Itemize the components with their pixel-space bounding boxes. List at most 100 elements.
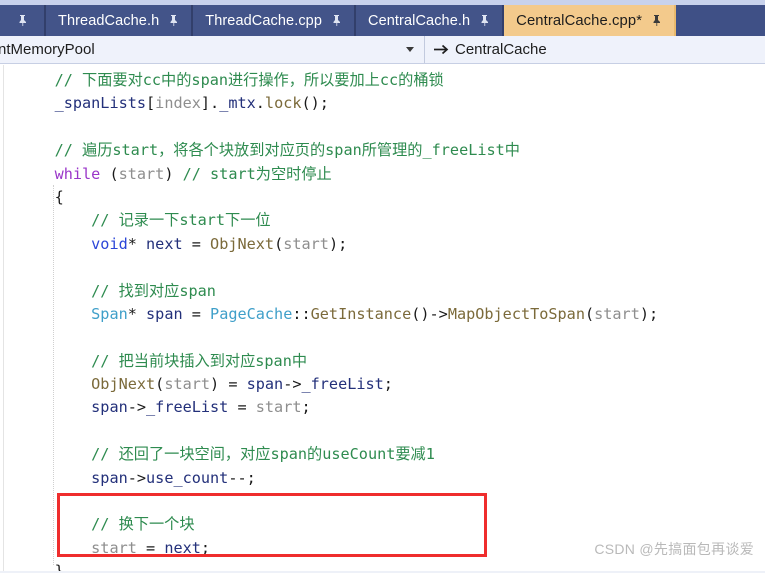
code-line[interactable]: // 把当前块插入到对应span中 <box>18 350 658 373</box>
code-line[interactable] <box>18 116 658 139</box>
scope-selector[interactable]: ntMemoryPool <box>0 36 425 63</box>
code-token-pun: [ <box>146 94 156 113</box>
code-token-fn: ObjNext <box>91 375 156 394</box>
navigation-bar: ntMemoryPool CentralCache <box>0 36 765 64</box>
pin-icon[interactable] <box>331 14 342 27</box>
code-token-pun: ]. <box>200 94 220 113</box>
code-token-idn: span <box>91 398 128 417</box>
editor-tab-label: ThreadCache.cpp <box>205 12 323 29</box>
code-token-pun: { <box>54 187 64 206</box>
code-token-pun: :: <box>292 304 311 323</box>
code-token-pun: ); <box>639 304 659 323</box>
code-line[interactable]: { <box>18 186 658 209</box>
code-token-fn: MapObjectToSpan <box>447 304 585 323</box>
code-line[interactable]: // 找到对应span <box>18 280 658 303</box>
code-token-pun: --; <box>228 468 256 487</box>
code-line[interactable] <box>18 490 658 513</box>
editor-tab-label: CentralCache.h <box>368 12 471 29</box>
code-line[interactable]: // 下面要对cc中的span进行操作，所以要加上cc的桶锁 <box>18 69 658 92</box>
code-token-idn: next <box>146 234 183 253</box>
code-token-idn: _mtx <box>219 94 256 113</box>
code-token-cmt: // 还回了一块空间，对应span的useCount要减1 <box>91 445 435 464</box>
code-token-idn: next <box>164 538 201 557</box>
code-token-pun: ( <box>584 304 595 323</box>
code-token-pun: = <box>182 304 211 323</box>
code-token-pun: ( <box>100 164 119 183</box>
member-selector-label: CentralCache <box>455 41 547 58</box>
code-token-pun: -> <box>283 375 302 394</box>
editor-tab-threadcache-h[interactable]: ThreadCache.h <box>46 5 194 36</box>
editor-tab-label: ThreadCache.h <box>58 12 160 29</box>
code-token-cmt: // 把当前块插入到对应span中 <box>91 351 308 370</box>
chevron-down-icon[interactable] <box>406 47 414 52</box>
code-line[interactable]: // 记录一下start下一位 <box>18 209 658 232</box>
code-line[interactable]: span->use_count--; <box>18 467 658 490</box>
code-token-pun: ; <box>383 375 393 394</box>
code-token-pun: . <box>255 94 265 113</box>
code-token-pun: ) <box>164 164 183 183</box>
code-token-var: start <box>283 234 329 253</box>
code-token-cmt: // 记录一下start下一位 <box>91 211 271 230</box>
editor-tab-centralcache-cpp[interactable]: CentralCache.cpp* <box>504 5 677 36</box>
code-token-pun: = <box>136 538 165 557</box>
code-line[interactable]: // 遍历start，将各个块放到对应页的span所管理的_freeList中 <box>18 139 658 162</box>
code-token-var: start <box>118 164 165 183</box>
editor-tab-centralcache-h[interactable]: CentralCache.h <box>356 5 505 36</box>
scope-selector-label: ntMemoryPool <box>0 41 95 58</box>
code-token-idn: span <box>146 304 183 323</box>
code-line[interactable] <box>18 256 658 279</box>
pin-icon[interactable] <box>168 14 179 27</box>
code-line[interactable]: // 还回了一块空间，对应span的useCount要减1 <box>18 443 658 466</box>
code-line[interactable]: void* next = ObjNext(start); <box>18 233 658 256</box>
pin-icon[interactable] <box>479 14 490 27</box>
code-token-var: index <box>155 94 201 113</box>
code-line[interactable] <box>18 420 658 443</box>
code-token-cmt: // 找到对应span <box>91 281 216 300</box>
pin-icon[interactable] <box>17 14 28 27</box>
editor-tab-threadcache-cpp[interactable]: ThreadCache.cpp <box>193 5 357 36</box>
code-token-idn: _freeList <box>146 398 229 417</box>
code-token-pun: ; <box>301 398 311 417</box>
code-line[interactable]: start = next; <box>18 537 658 560</box>
editor-tab-label: CentralCache.cpp* <box>516 12 643 29</box>
code-token-var: start <box>164 375 211 394</box>
editor-tab-clipped[interactable] <box>0 5 46 36</box>
code-token-var: start <box>255 398 302 417</box>
code-line[interactable]: // 换下一个块 <box>18 513 658 536</box>
pin-icon[interactable] <box>651 14 662 27</box>
code-token-fn: GetInstance <box>310 304 412 323</box>
code-line[interactable]: _spanLists[index]._mtx.lock(); <box>18 92 658 115</box>
code-token-pun: (); <box>301 94 329 113</box>
code-token-pun: ); <box>328 234 348 253</box>
code-token-pun: ( <box>274 234 284 253</box>
code-token-pun: * <box>127 304 147 323</box>
code-line[interactable]: ObjNext(start) = span->_freeList; <box>18 373 658 396</box>
code-token-pun: * <box>127 234 147 253</box>
code-token-pun: ()-> <box>411 304 448 323</box>
code-token-kw2: void <box>91 234 128 253</box>
code-line[interactable] <box>18 326 658 349</box>
source-code-text[interactable]: // 下面要对cc中的span进行操作，所以要加上cc的桶锁 _spanList… <box>18 69 659 573</box>
code-line[interactable]: span->_freeList = start; <box>18 396 658 419</box>
code-token-typ: PageCache <box>210 304 293 323</box>
code-editor-surface[interactable]: // 下面要对cc中的span进行操作，所以要加上cc的桶锁 _spanList… <box>0 65 765 573</box>
member-selector[interactable]: CentralCache <box>425 36 765 63</box>
code-token-cmt: // 遍历start，将各个块放到对应页的span所管理的_freeList中 <box>54 141 520 160</box>
code-token-pun: ( <box>155 375 165 394</box>
code-line[interactable]: while (start) // start为空时停止 <box>18 163 658 186</box>
code-line[interactable]: Span* span = PageCache::GetInstance()->M… <box>18 303 658 326</box>
